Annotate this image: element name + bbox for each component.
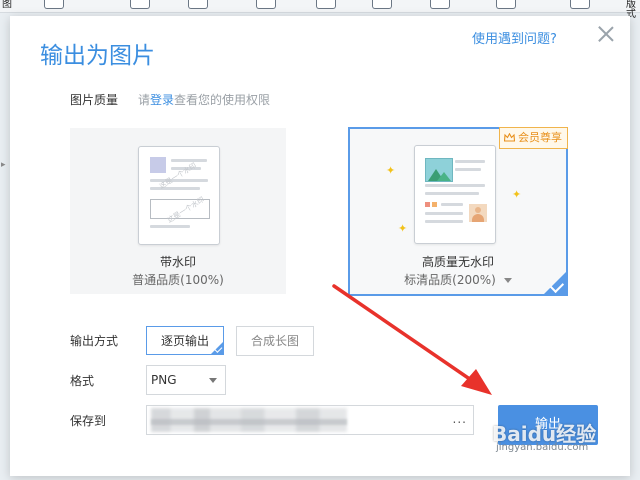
- save-path-input[interactable]: ...: [146, 405, 474, 435]
- option-page-by-page[interactable]: 逐页输出: [146, 326, 224, 355]
- option-label: 逐页输出: [160, 334, 209, 348]
- vip-badge-label: 会员尊享: [518, 131, 562, 144]
- image-placeholder-icon: [150, 157, 166, 173]
- toolbar-icon[interactable]: [496, 0, 516, 9]
- quality-card-subtitle: 普通品质(100%): [132, 273, 224, 287]
- quality-card-title: 带水印: [159, 255, 196, 269]
- output-mode-label: 输出方式: [70, 334, 119, 348]
- sparkle-icon: ✦: [398, 222, 408, 235]
- text-line: [150, 187, 200, 190]
- help-link[interactable]: 使用遇到问题?: [472, 28, 557, 47]
- crown-icon: [504, 133, 515, 142]
- quality-card-subtitle: 标清品质(200%): [404, 273, 496, 287]
- sparkle-icon: ✦: [512, 188, 522, 201]
- text-line: [425, 184, 485, 187]
- login-link[interactable]: 登录: [150, 93, 174, 107]
- login-hint-suffix: 查看您的使用权限: [174, 93, 271, 107]
- chevron-down-icon: [503, 278, 512, 283]
- format-label: 格式: [70, 374, 95, 388]
- toolbar-icon[interactable]: [188, 0, 208, 9]
- dialog-title: 输出为图片: [40, 43, 155, 69]
- toolbar-icon[interactable]: [430, 0, 450, 9]
- text-line: [425, 212, 463, 215]
- quality-card-watermark[interactable]: 这是一个水印 这是一个水印 带水印 普通品质(100%): [70, 128, 286, 294]
- portrait-image-icon: [469, 204, 487, 222]
- background-toolbar: 图 版式: [0, 0, 640, 20]
- image-quality-label: 图片质量: [70, 93, 119, 107]
- format-value: PNG: [151, 373, 177, 387]
- toolbar-icon[interactable]: [44, 0, 64, 9]
- vip-badge: 会员尊享: [499, 127, 568, 149]
- blurred-path-overlay: [151, 408, 347, 432]
- document-preview-icon: [414, 145, 496, 244]
- export-image-dialog: 输出为图片 使用遇到问题? 图片质量 请登录查看您的使用权限 这是一个水印 这是…: [10, 16, 630, 476]
- sparkle-icon: ✦: [386, 164, 396, 177]
- background-toolbar-text-left: 图: [2, 0, 12, 10]
- quality-card-title: 高质量无水印: [421, 255, 494, 269]
- quality-card-high-quality[interactable]: 会员尊享 ✦ ✦ ✦ 高质量无水印 标清品质(200%): [348, 127, 568, 296]
- toolbar-icon[interactable]: [372, 0, 392, 9]
- color-swatch: [432, 202, 437, 207]
- toolbar-icon[interactable]: [316, 0, 336, 9]
- chevron-down-icon: [209, 378, 217, 383]
- browse-button[interactable]: ...: [453, 412, 467, 426]
- text-line: [455, 160, 485, 163]
- document-preview-icon: 这是一个水印 这是一个水印: [138, 146, 220, 245]
- text-line: [171, 159, 207, 162]
- background-side-marker: ▸: [1, 160, 6, 170]
- login-hint-prefix: 请: [138, 93, 151, 107]
- option-label: 合成长图: [250, 334, 299, 348]
- text-line: [425, 220, 463, 223]
- color-swatch: [425, 202, 430, 207]
- login-hint: 请登录查看您的使用权限: [138, 91, 270, 108]
- toolbar-icon[interactable]: [130, 0, 150, 9]
- text-line: [455, 168, 481, 171]
- text-line: [441, 203, 463, 206]
- toolbar-icon[interactable]: [256, 0, 276, 9]
- close-icon[interactable]: [596, 24, 616, 44]
- save-to-label: 保存到: [70, 414, 107, 428]
- text-line: [425, 192, 479, 195]
- quality-card-subtitle-dropdown[interactable]: 标清品质(200%): [350, 271, 566, 288]
- toolbar-icon[interactable]: [570, 0, 590, 9]
- landscape-image-icon: [425, 158, 453, 182]
- format-select[interactable]: PNG: [146, 365, 226, 395]
- option-merge-long-image[interactable]: 合成长图: [236, 326, 314, 356]
- watermark-url: jingyan.baidu.com: [496, 442, 589, 453]
